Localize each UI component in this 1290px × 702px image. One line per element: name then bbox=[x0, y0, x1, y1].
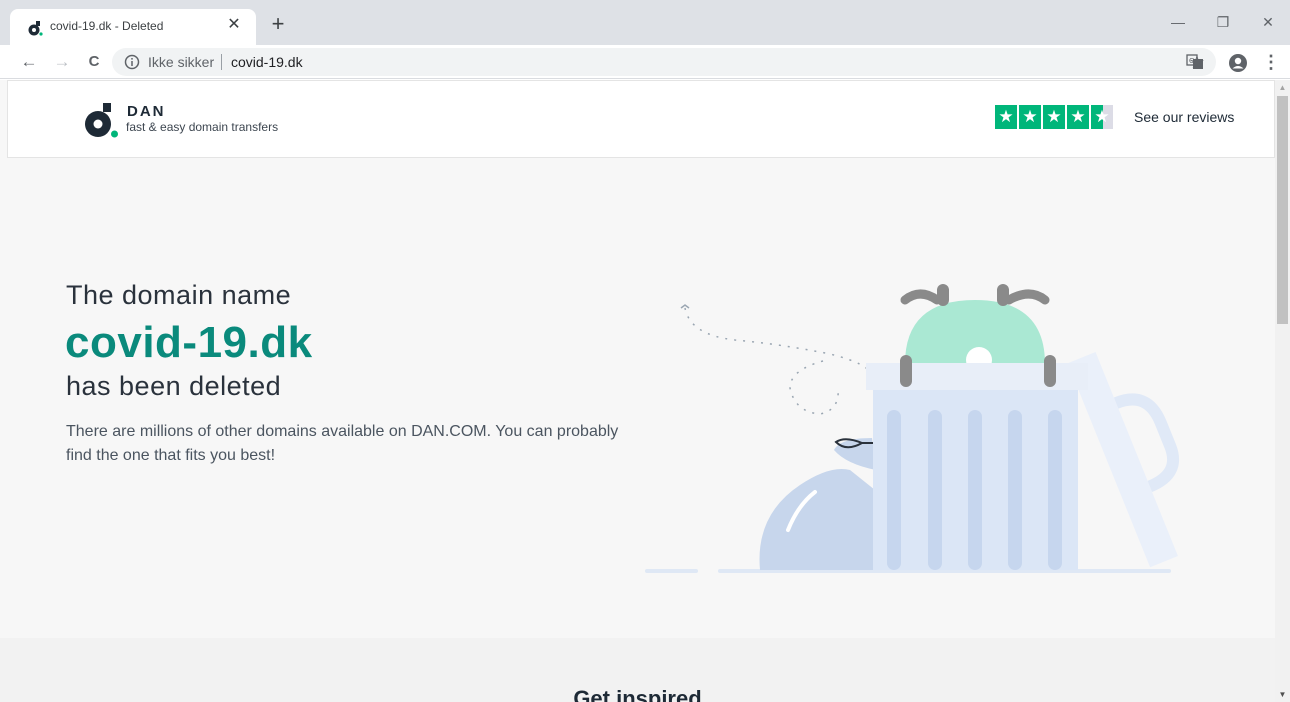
tab-title: covid-19.dk - Deleted bbox=[50, 19, 164, 33]
hero-intro: The domain name bbox=[66, 280, 292, 310]
trustpilot-half-star-icon: ★ bbox=[1091, 105, 1113, 129]
page-scrollbar[interactable]: ▲ ▼ bbox=[1275, 80, 1290, 702]
trustpilot-star-icon: ★ bbox=[1019, 105, 1041, 129]
address-bar[interactable]: Ikke sikker covid-19.dk G bbox=[112, 48, 1216, 76]
back-button[interactable]: ← bbox=[16, 49, 42, 75]
trustpilot-star-icon: ★ bbox=[995, 105, 1017, 129]
minimize-icon[interactable]: — bbox=[1166, 10, 1190, 34]
dan-logo-icon[interactable] bbox=[84, 100, 124, 140]
brand-tagline: fast & easy domain transfers bbox=[126, 120, 279, 134]
trustpilot-star-icon: ★ bbox=[1067, 105, 1089, 129]
forward-button[interactable]: → bbox=[49, 49, 75, 75]
site-header: DAN fast & easy domain transfers ★ ★ ★ ★… bbox=[7, 80, 1275, 158]
hero-status: has been deleted bbox=[66, 371, 282, 401]
browser-tab[interactable]: covid-19.dk - Deleted ✕ bbox=[10, 9, 256, 45]
brand-name[interactable]: DAN bbox=[127, 103, 166, 120]
scroll-down-icon[interactable]: ▼ bbox=[1275, 687, 1290, 702]
scroll-up-icon[interactable]: ▲ bbox=[1275, 80, 1290, 95]
trash-can-illustration bbox=[645, 284, 1180, 573]
browser-toolbar: ← → C Ikke sikker covid-19.dk G ☆ ⋮ bbox=[0, 45, 1290, 79]
trustpilot-rating[interactable]: ★ ★ ★ ★ ★ bbox=[995, 105, 1113, 129]
new-tab-button[interactable]: + bbox=[266, 13, 290, 37]
page-viewport: DAN fast & easy domain transfers ★ ★ ★ ★… bbox=[0, 80, 1275, 702]
window-close-icon[interactable]: ✕ bbox=[1256, 10, 1280, 34]
restore-icon[interactable]: ❐ bbox=[1211, 10, 1235, 34]
scroll-thumb[interactable] bbox=[1277, 96, 1288, 324]
account-icon[interactable] bbox=[1228, 53, 1248, 73]
url-text[interactable]: covid-19.dk bbox=[231, 54, 303, 70]
hero-description: There are millions of other domains avai… bbox=[66, 423, 619, 464]
tab-strip: covid-19.dk - Deleted ✕ + — ❐ ✕ bbox=[0, 0, 1290, 45]
tab-close-icon[interactable]: ✕ bbox=[224, 15, 244, 35]
dan-favicon-icon bbox=[28, 21, 43, 36]
menu-icon[interactable]: ⋮ bbox=[1258, 49, 1284, 75]
deleted-domain-name: covid-19.dk bbox=[65, 318, 313, 367]
reload-button[interactable]: C bbox=[81, 49, 107, 75]
get-inspired-title: Get inspired bbox=[573, 686, 702, 702]
url-separator bbox=[221, 54, 222, 70]
see-reviews-link[interactable]: See our reviews bbox=[1134, 109, 1234, 125]
bookmark-star-icon[interactable]: ☆ bbox=[1184, 49, 1210, 75]
trustpilot-star-icon: ★ bbox=[1043, 105, 1065, 129]
info-icon[interactable] bbox=[124, 54, 140, 70]
security-label[interactable]: Ikke sikker bbox=[148, 54, 214, 70]
